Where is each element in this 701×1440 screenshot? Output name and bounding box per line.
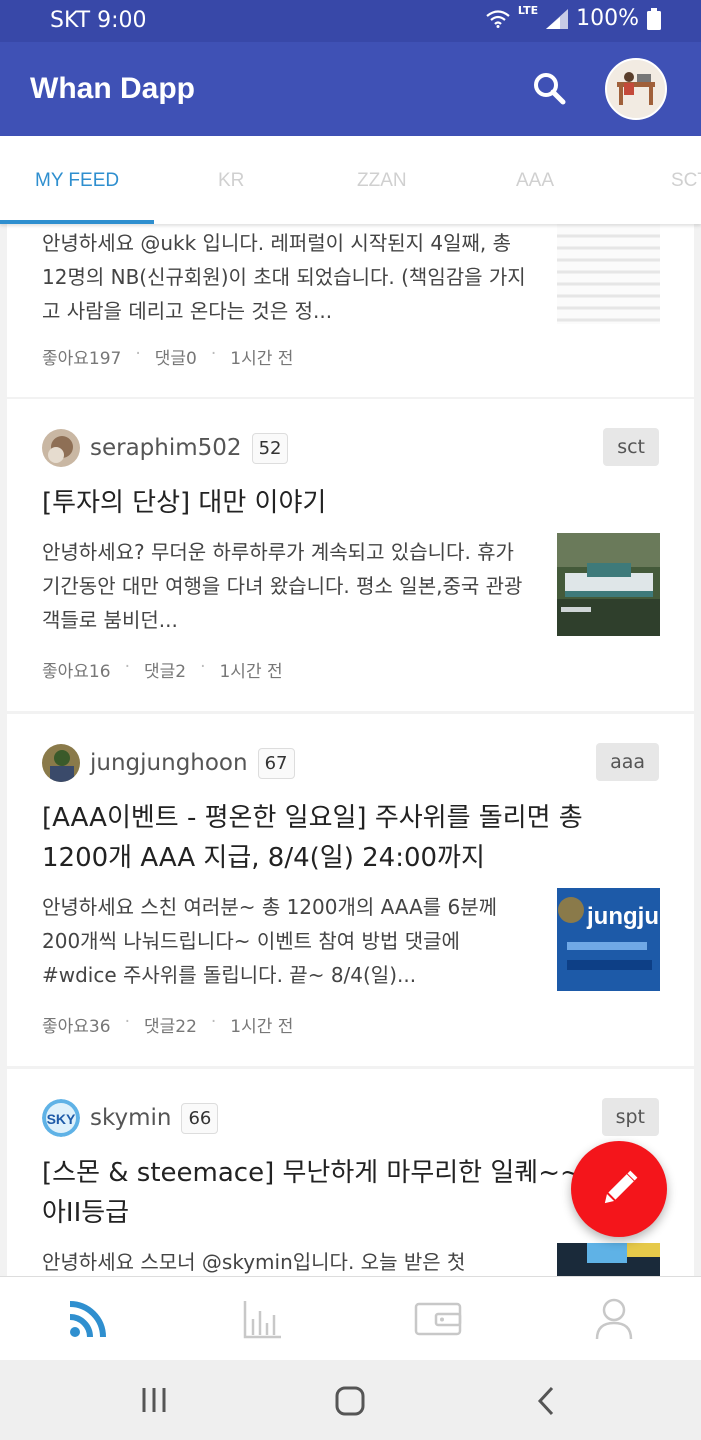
app-bar: Whan Dapp	[0, 42, 701, 136]
post-excerpt: 안녕하세요 @ukk 입니다. 레퍼럴이 시작된지 4일째, 총 12명의 NB…	[42, 231, 526, 323]
home-icon[interactable]	[335, 1386, 365, 1416]
thumbnail-text: jungju	[586, 903, 659, 930]
tab-kr[interactable]: KR	[218, 170, 244, 192]
profile-icon[interactable]	[592, 1297, 636, 1341]
post-feed[interactable]: 안녕하세요 @ukk 입니다. 레퍼럴이 시작된지 4일째, 총 12명의 NB…	[0, 224, 701, 1276]
tab-aaa[interactable]: AAA	[516, 170, 554, 192]
feed-rss-icon[interactable]	[66, 1297, 110, 1341]
reputation-badge: 67	[257, 747, 295, 779]
avatar-text: SKY	[47, 1111, 76, 1127]
category-tabs: MY FEED KR ZZAN AAA SCT	[0, 136, 701, 224]
post-meta: 좋아요197 · 댓글0 · 1시간 전	[42, 344, 294, 369]
reputation-badge: 66	[181, 1102, 219, 1134]
reputation-badge: 52	[251, 432, 289, 464]
post-card[interactable]: seraphim502 52 sct [투자의 단상] 대만 이야기 안녕하세요…	[7, 399, 694, 711]
author-name[interactable]: skymin	[90, 1105, 171, 1131]
avatar-illustration	[607, 60, 665, 118]
post-excerpt: 안녕하세요? 무더운 하루하루가 계속되고 있습니다. 휴가 기간동안 대만 여…	[42, 540, 523, 632]
bottom-navigation	[0, 1276, 701, 1360]
post-title[interactable]: [스몬 & steemace] 무난하게 마무리한 일퀘~~다이아II등급	[42, 1153, 642, 1233]
post-card[interactable]: jungjunghoon 67 aaa [AAA이벤트 - 평온한 일요일] 주…	[7, 714, 694, 1066]
recent-apps-icon[interactable]	[140, 1386, 168, 1414]
app-title: Whan Dapp	[30, 72, 195, 105]
post-card[interactable]: 안녕하세요 @ukk 입니다. 레퍼럴이 시작된지 4일째, 총 12명의 NB…	[7, 224, 694, 397]
community-tag[interactable]: spt	[601, 1098, 659, 1136]
post-author[interactable]: jungjunghoon 67	[42, 744, 295, 782]
post-author[interactable]: seraphim502 52	[42, 429, 289, 467]
author-name[interactable]: seraphim502	[90, 435, 242, 461]
community-tag[interactable]: aaa	[596, 743, 659, 781]
system-navigation-bar	[0, 1360, 701, 1440]
write-post-button[interactable]	[571, 1141, 667, 1237]
post-meta: 좋아요16 · 댓글2 · 1시간 전	[42, 657, 283, 682]
chart-bar-icon[interactable]	[241, 1297, 285, 1341]
comment-count[interactable]: 댓글2	[144, 657, 186, 682]
post-excerpt: 안녕하세요 스모너 @skymin입니다. 오늘 받은 첫	[42, 1250, 466, 1274]
like-count[interactable]: 좋아요16	[42, 657, 111, 682]
author-name[interactable]: jungjunghoon	[90, 750, 248, 776]
post-author[interactable]: SKY skymin 66	[42, 1099, 219, 1137]
comment-count[interactable]: 댓글0	[155, 344, 197, 369]
comment-count[interactable]: 댓글22	[144, 1012, 197, 1037]
search-icon[interactable]	[530, 70, 570, 110]
post-title[interactable]: [투자의 단상] 대만 이야기	[42, 483, 642, 523]
post-thumbnail	[557, 224, 660, 324]
post-time: 1시간 전	[219, 662, 283, 682]
carrier-time: SKT 9:00	[50, 8, 147, 33]
post-excerpt: 안녕하세요 스친 여러분~ 총 1200개의 AAA를 6분께 200개씩 나눠…	[42, 895, 498, 987]
post-time: 1시간 전	[230, 1017, 294, 1037]
profile-avatar[interactable]	[605, 58, 667, 120]
post-meta: 좋아요36 · 댓글22 · 1시간 전	[42, 1012, 294, 1037]
signal-icon	[546, 8, 569, 29]
active-tab-indicator	[0, 220, 154, 224]
pencil-icon	[604, 1170, 638, 1204]
tab-zzan[interactable]: ZZAN	[357, 170, 407, 192]
post-thumbnail[interactable]	[557, 533, 660, 636]
tab-sct[interactable]: SCT	[671, 170, 701, 192]
like-count[interactable]: 좋아요197	[42, 344, 121, 369]
author-avatar[interactable]	[42, 744, 80, 782]
wifi-icon	[486, 9, 510, 28]
author-avatar[interactable]	[42, 429, 80, 467]
battery-percent: 100%	[576, 6, 639, 31]
post-thumbnail[interactable]	[557, 1243, 660, 1276]
status-bar: SKT 9:00 LTE 100%	[0, 0, 701, 42]
author-avatar[interactable]: SKY	[42, 1099, 80, 1137]
network-type: LTE	[517, 4, 539, 17]
like-count[interactable]: 좋아요36	[42, 1012, 111, 1037]
post-thumbnail[interactable]: jungju	[557, 888, 660, 991]
tab-my-feed[interactable]: MY FEED	[35, 170, 119, 192]
battery-icon	[647, 7, 661, 30]
community-tag[interactable]: sct	[603, 428, 659, 466]
wallet-icon[interactable]	[414, 1297, 462, 1341]
post-time: 1시간 전	[230, 349, 294, 369]
back-icon[interactable]	[536, 1386, 556, 1416]
post-title[interactable]: [AAA이벤트 - 평온한 일요일] 주사위를 돌리면 총 1200개 AAA …	[42, 798, 642, 878]
